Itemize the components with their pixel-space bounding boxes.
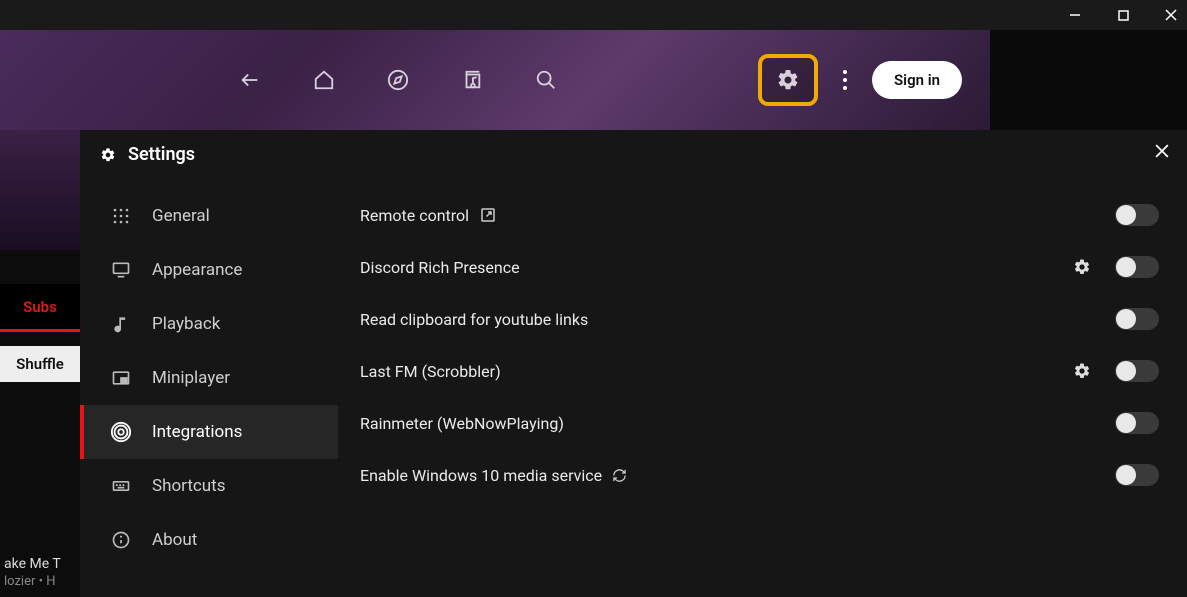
settings-modal-header: Settings <box>80 130 1187 179</box>
sidebar-item-integrations[interactable]: Integrations <box>80 405 338 459</box>
shuffle-label: Shuffle <box>16 355 64 373</box>
option-clipboard-links: Read clipboard for youtube links <box>360 293 1159 345</box>
left-background-content: Subs Shuffle ake Me T lozier • H <box>0 130 80 597</box>
settings-close-button[interactable] <box>1155 144 1169 158</box>
track-info-peek: ake Me T lozier • H <box>0 556 80 589</box>
option-label: Remote control <box>360 206 469 225</box>
grid-icon <box>110 205 132 227</box>
option-rainmeter: Rainmeter (WebNowPlaying) <box>360 397 1159 449</box>
window-maximize-button[interactable] <box>1113 5 1133 25</box>
window-titlebar <box>0 0 1187 30</box>
gear-icon <box>100 147 116 163</box>
settings-body: General Appearance Playback Miniplayer <box>80 179 1187 596</box>
sidebar-item-shortcuts[interactable]: Shortcuts <box>80 459 338 513</box>
settings-button-highlight <box>758 54 818 106</box>
option-settings-button[interactable] <box>1073 258 1091 276</box>
external-link-icon[interactable] <box>479 206 497 224</box>
option-remote-control: Remote control <box>360 189 1159 241</box>
sidebar-item-label: Integrations <box>152 422 242 442</box>
settings-sidebar: General Appearance Playback Miniplayer <box>80 179 338 596</box>
option-lastfm: Last FM (Scrobbler) <box>360 345 1159 397</box>
subscribe-button-peek[interactable]: Subs <box>0 284 80 332</box>
music-note-icon <box>110 313 132 335</box>
settings-content: Remote control Discord Rich Presence Rea… <box>338 179 1187 596</box>
shuffle-button-peek[interactable]: Shuffle <box>0 346 80 382</box>
artist-banner-peek <box>0 130 80 250</box>
track-title: ake Me T <box>4 556 80 572</box>
option-discord-rich-presence: Discord Rich Presence <box>360 241 1159 293</box>
library-button[interactable] <box>460 68 484 92</box>
option-label: Enable Windows 10 media service <box>360 466 602 485</box>
subscribe-label: Subs <box>23 298 57 316</box>
sign-in-label: Sign in <box>894 71 940 89</box>
refresh-icon[interactable] <box>612 468 627 483</box>
toggle-lastfm[interactable] <box>1115 360 1159 382</box>
sign-in-button[interactable]: Sign in <box>872 61 962 99</box>
toggle-discord[interactable] <box>1115 256 1159 278</box>
info-icon <box>110 529 132 551</box>
option-label: Read clipboard for youtube links <box>360 310 588 329</box>
back-button[interactable] <box>238 68 262 92</box>
settings-title: Settings <box>128 144 195 165</box>
option-label: Discord Rich Presence <box>360 258 520 277</box>
window-close-button[interactable] <box>1161 5 1181 25</box>
option-settings-button[interactable] <box>1073 362 1091 380</box>
search-button[interactable] <box>534 68 558 92</box>
integrations-icon <box>110 421 132 443</box>
monitor-icon <box>110 259 132 281</box>
settings-modal: Settings General Appearance <box>80 130 1187 597</box>
sidebar-item-label: Appearance <box>152 260 242 280</box>
sidebar-item-label: Playback <box>152 314 220 334</box>
sidebar-item-label: Shortcuts <box>152 476 226 496</box>
app-header: Sign in <box>0 30 990 130</box>
toggle-remote-control[interactable] <box>1115 204 1159 226</box>
sidebar-item-about[interactable]: About <box>80 513 338 567</box>
track-sub: lozier • H <box>4 574 80 589</box>
home-button[interactable] <box>312 68 336 92</box>
toggle-windows-media[interactable] <box>1115 464 1159 486</box>
explore-button[interactable] <box>386 68 410 92</box>
header-right: Sign in <box>758 54 962 106</box>
nav-icons <box>238 68 558 92</box>
window-minimize-button[interactable] <box>1065 5 1085 25</box>
sidebar-item-general[interactable]: General <box>80 189 338 243</box>
option-label: Rainmeter (WebNowPlaying) <box>360 414 564 433</box>
option-label: Last FM (Scrobbler) <box>360 362 501 381</box>
sidebar-item-playback[interactable]: Playback <box>80 297 338 351</box>
sidebar-item-miniplayer[interactable]: Miniplayer <box>80 351 338 405</box>
option-windows-media: Enable Windows 10 media service <box>360 449 1159 501</box>
sidebar-item-label: About <box>152 530 197 550</box>
sidebar-item-label: Miniplayer <box>152 368 230 388</box>
keyboard-icon <box>110 475 132 497</box>
toggle-clipboard[interactable] <box>1115 308 1159 330</box>
pip-icon <box>110 367 132 389</box>
toggle-rainmeter[interactable] <box>1115 412 1159 434</box>
more-menu-button[interactable] <box>836 70 854 90</box>
sidebar-item-appearance[interactable]: Appearance <box>80 243 338 297</box>
sidebar-item-label: General <box>152 206 210 226</box>
settings-button[interactable] <box>776 68 800 92</box>
